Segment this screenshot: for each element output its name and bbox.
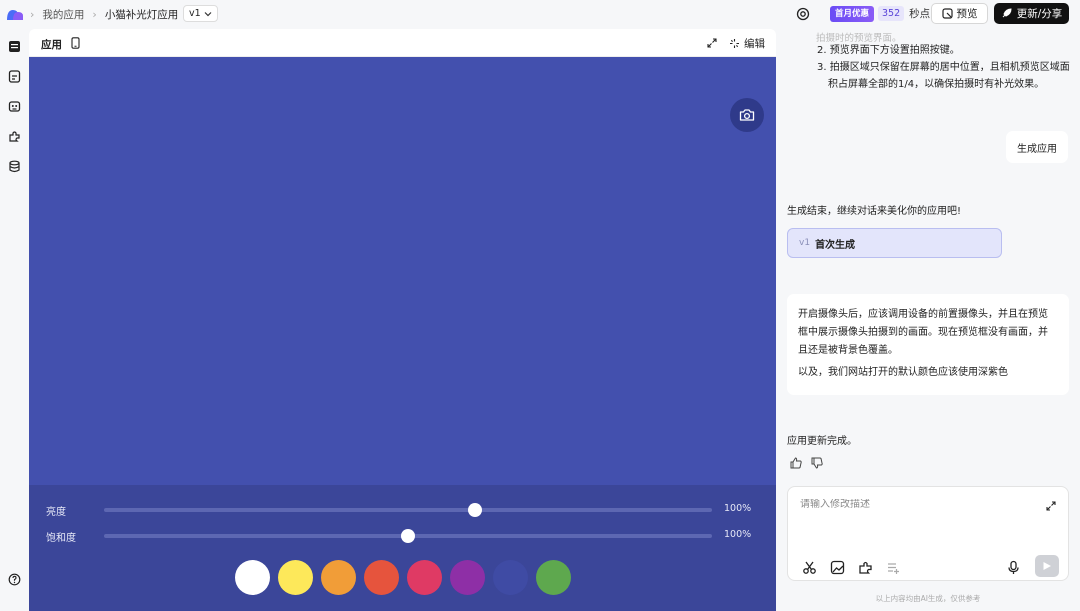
- image-icon[interactable]: [830, 560, 845, 575]
- color-swatch[interactable]: [450, 560, 485, 595]
- list-text: 拍摄区域只保留在屏幕的居中位置，且相机预览区域面: [829, 62, 1070, 73]
- top-bar: › 我的应用 › 小猫补光灯应用 v1 首月优惠 352 秒点 预览 更新/分享: [0, 0, 1080, 28]
- color-swatch[interactable]: [536, 560, 571, 595]
- breadcrumb-my-apps[interactable]: 我的应用: [42, 7, 84, 22]
- rocket-icon: [1002, 8, 1012, 18]
- preview-icon: [941, 8, 953, 19]
- points-count: 352: [878, 6, 905, 21]
- brightness-slider-row: 亮度 100%: [29, 502, 776, 518]
- chevron-right-icon: ›: [92, 7, 97, 21]
- list-item: 积占屏幕全部的1/4，以确保拍摄时有补光效果。: [828, 76, 1044, 93]
- saturation-slider-thumb[interactable]: [401, 529, 415, 543]
- message-input[interactable]: [800, 499, 1030, 510]
- version-dropdown[interactable]: v1: [183, 5, 218, 22]
- color-swatches: [235, 560, 571, 595]
- feedback-row: [790, 457, 823, 469]
- version-card-title: 首次生成: [815, 239, 856, 251]
- saturation-slider-row: 饱和度 100%: [29, 528, 776, 544]
- app-icon[interactable]: [8, 40, 21, 53]
- chevron-right-icon: ›: [30, 7, 35, 21]
- app-logo-icon[interactable]: [6, 7, 24, 21]
- microphone-icon[interactable]: [1006, 560, 1021, 575]
- saturation-label: 饱和度: [46, 533, 76, 544]
- send-icon: [1043, 562, 1051, 570]
- brightness-slider-thumb[interactable]: [467, 503, 482, 517]
- promo-badge: 首月优惠: [830, 5, 875, 22]
- user-message-line: 且还是被背景色覆盖。: [798, 345, 898, 356]
- panel-header: 应用 编辑: [29, 29, 776, 57]
- expand-icon[interactable]: [707, 38, 717, 48]
- promo-points[interactable]: 首月优惠 352 秒点: [830, 5, 930, 22]
- sparkle-icon: [730, 39, 739, 48]
- version-card[interactable]: v1 首次生成: [787, 228, 1002, 258]
- camera-preview: [29, 57, 776, 485]
- user-message-line: 以及，我们网站打开的默认颜色应该使用深紫色: [798, 367, 1008, 378]
- document-icon[interactable]: [8, 70, 21, 83]
- chevron-down-icon: [204, 11, 212, 16]
- list-item: 2. 预览界面下方设置拍照按键。: [817, 42, 960, 59]
- version-card-tag: v1: [799, 238, 811, 248]
- saturation-slider[interactable]: [104, 529, 712, 543]
- update-share-label: 更新/分享: [1016, 8, 1063, 20]
- list-number: 3.: [817, 62, 827, 73]
- thumbs-down-icon[interactable]: [811, 457, 823, 469]
- list-text: 预览界面下方设置拍照按键。: [829, 45, 960, 56]
- list-item: 3. 拍摄区域只保留在屏幕的居中位置，且相机预览区域面: [817, 59, 1070, 76]
- camera-button[interactable]: [730, 98, 764, 132]
- help-icon[interactable]: [8, 573, 21, 586]
- database-icon[interactable]: [8, 160, 21, 173]
- user-message-line: 开启摄像头后，应该调用设备的前置摄像头，并且在预览: [798, 309, 1048, 320]
- edit-label: 编辑: [744, 38, 765, 50]
- camera-icon: [739, 109, 755, 121]
- light-controls: 亮度 100% 饱和度 100%: [29, 485, 776, 611]
- app-panel: 应用 编辑 亮度 100% 饱和度 100%: [29, 29, 776, 611]
- list-number: 2.: [817, 45, 827, 56]
- list-text: 积占屏幕全部的1/4，以确保拍摄时有补光效果。: [828, 79, 1045, 90]
- points-unit: 秒点: [909, 8, 931, 20]
- preview-label: 预览: [956, 8, 978, 20]
- plugin-icon[interactable]: [8, 130, 21, 143]
- mobile-icon[interactable]: [71, 37, 80, 49]
- user-message-line: 框中展示摄像头拍摄到的画面。现在预览框没有画面，并: [798, 327, 1048, 338]
- expand-icon[interactable]: [1046, 501, 1056, 511]
- robot-icon[interactable]: [8, 100, 21, 113]
- list-add-icon[interactable]: [886, 560, 901, 575]
- color-swatch[interactable]: [278, 560, 313, 595]
- edit-button[interactable]: 编辑: [729, 36, 765, 51]
- thumbs-up-icon[interactable]: [790, 457, 802, 469]
- breadcrumb-app-name[interactable]: 小猫补光灯应用: [105, 7, 179, 22]
- ai-disclaimer: 以上内容均由AI生成，仅供参考: [875, 594, 981, 603]
- settings-icon[interactable]: [796, 7, 810, 21]
- color-swatch[interactable]: [364, 560, 399, 595]
- send-button[interactable]: [1035, 555, 1059, 577]
- version-label: v1: [189, 8, 201, 19]
- bot-message: 生成结束，继续对话来美化你的应用吧!: [787, 206, 962, 217]
- saturation-value: 100%: [724, 529, 752, 540]
- color-swatch[interactable]: [321, 560, 356, 595]
- chat-panel: 拍摄时的预览界面。 2. 预览界面下方设置拍照按键。 3. 拍摄区域只保留在屏幕…: [776, 28, 1080, 611]
- user-message-text: 生成应用: [1017, 143, 1057, 155]
- message-input-box: [787, 486, 1069, 581]
- update-share-button[interactable]: 更新/分享: [994, 3, 1069, 24]
- panel-title: 应用: [41, 39, 62, 51]
- user-message: 开启摄像头后，应该调用设备的前置摄像头，并且在预览 框中展示摄像头拍摄到的画面。…: [787, 294, 1069, 395]
- color-swatch[interactable]: [407, 560, 442, 595]
- preview-button[interactable]: 预览: [931, 3, 988, 24]
- brightness-label: 亮度: [46, 507, 66, 518]
- plugin-icon[interactable]: [858, 560, 873, 575]
- bot-message: 应用更新完成。: [787, 436, 857, 447]
- breadcrumb: › 我的应用 › 小猫补光灯应用: [30, 6, 178, 22]
- user-message: 生成应用: [1006, 131, 1068, 163]
- color-swatch[interactable]: [235, 560, 270, 595]
- scissors-icon[interactable]: [802, 560, 817, 575]
- brightness-slider[interactable]: [104, 503, 712, 517]
- brightness-value: 100%: [724, 503, 752, 514]
- color-swatch[interactable]: [493, 560, 528, 595]
